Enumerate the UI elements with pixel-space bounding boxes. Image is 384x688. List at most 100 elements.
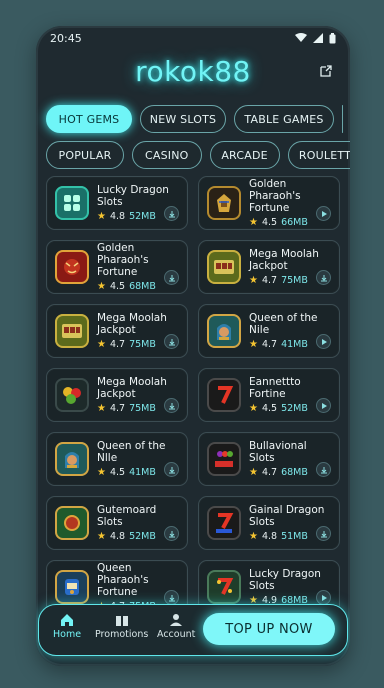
game-card[interactable]: Golden Pharaoh's Fortune ★ 4.5 66MB	[198, 176, 340, 230]
jackpot-icon	[55, 314, 89, 348]
game-card[interactable]: Mega Moolah Jackpot ★ 4.7 75MB	[198, 240, 340, 294]
play-icon	[321, 210, 327, 217]
download-button[interactable]	[164, 462, 179, 477]
game-title: Gutemoard Slots	[97, 504, 157, 528]
wifi-icon	[295, 33, 307, 42]
game-rating: 4.5	[109, 467, 126, 478]
status-bar: 20:45	[36, 26, 350, 50]
grapes-slots-icon	[207, 442, 241, 476]
star-icon: ★	[249, 531, 258, 542]
game-card[interactable]: Eannettto Fortine ★ 4.5 52MB	[198, 368, 340, 422]
star-icon: ★	[249, 467, 258, 478]
game-title: Bullavional Slots	[249, 440, 307, 464]
signal-icon	[313, 33, 323, 43]
chip-popular[interactable]: POPULAR	[46, 141, 124, 169]
game-card[interactable]: Lucky Dragon Slots ★ 4.8 52MB	[46, 176, 188, 230]
game-title: Eannettto Fortine	[249, 376, 301, 400]
game-rating: 4.7	[261, 467, 278, 478]
bottom-bar: Home Promotions Account TOP UP NOW	[36, 604, 350, 656]
nav-account[interactable]: Account	[157, 613, 195, 640]
seven-slots-icon	[207, 506, 241, 540]
chip-new-slots[interactable]: NEW SLOTS	[140, 105, 226, 133]
game-size: 75MB	[129, 403, 156, 414]
download-icon	[168, 530, 175, 537]
download-button[interactable]	[164, 398, 179, 413]
game-rating: 4.8	[109, 531, 126, 542]
seven-slots-icon	[207, 570, 241, 604]
dragon-mask-icon	[55, 250, 89, 284]
star-icon: ★	[97, 339, 106, 350]
chip-arcade[interactable]: ARCADE	[209, 141, 280, 169]
game-title: Lucky Dragon Slots	[249, 568, 321, 592]
edit-icon	[320, 65, 332, 77]
chip-hot-gems[interactable]: HOT GEMS	[46, 105, 132, 133]
nav-promotions[interactable]: Promotions	[95, 613, 148, 640]
game-rating: 4.5	[261, 217, 278, 228]
download-button[interactable]	[164, 206, 179, 221]
play-button[interactable]	[316, 590, 331, 605]
game-title: Mega Moolah Jackpot	[97, 376, 167, 400]
download-button[interactable]	[164, 270, 179, 285]
game-card[interactable]: Queen of the Nile ★ 4.7 41MB	[198, 304, 340, 358]
game-card[interactable]: Mega Moolah Jackpot ★ 4.7 75MB	[46, 368, 188, 422]
chip-roulette[interactable]: ROULETTE	[287, 141, 350, 169]
star-icon: ★	[97, 467, 106, 478]
jackpot-machine-icon	[55, 570, 89, 604]
jade-emblem-icon	[55, 186, 89, 220]
play-icon	[321, 594, 327, 601]
coin-79-icon	[55, 506, 89, 540]
game-card[interactable]: Golden Pharaoh's Fortune ★ 4.5 68MB	[46, 240, 188, 294]
chip-more[interactable]	[342, 105, 343, 133]
play-button[interactable]	[316, 206, 331, 221]
download-icon	[320, 274, 327, 281]
game-card[interactable]: Queen of the Nlle ★ 4.5 41MB	[46, 432, 188, 486]
game-rating: 4.7	[261, 339, 278, 350]
game-size: 41MB	[281, 339, 308, 350]
game-title: Gainal Dragon Slots	[249, 504, 325, 528]
game-card[interactable]: Mega Moolah Jackpot ★ 4.7 75MB	[46, 304, 188, 358]
game-rating: 4.5	[261, 403, 278, 414]
download-button[interactable]	[164, 526, 179, 541]
download-button[interactable]	[164, 334, 179, 349]
edit-button[interactable]	[316, 61, 336, 81]
battery-icon	[329, 32, 336, 43]
star-icon: ★	[97, 281, 106, 292]
download-button[interactable]	[316, 462, 331, 477]
download-button[interactable]	[316, 526, 331, 541]
home-icon	[61, 614, 74, 626]
queen-icon	[207, 314, 241, 348]
play-button[interactable]	[316, 334, 331, 349]
download-icon	[168, 466, 175, 473]
game-size: 75MB	[129, 339, 156, 350]
nav-home-label: Home	[53, 629, 82, 640]
star-icon: ★	[249, 217, 258, 228]
game-rating: 4.7	[109, 403, 126, 414]
game-size: 52MB	[129, 211, 156, 222]
download-icon	[168, 338, 175, 345]
download-icon	[168, 402, 175, 409]
play-button[interactable]	[316, 398, 331, 413]
game-title: Queen of the Nlle	[97, 440, 166, 464]
game-title: Mega Moolah Jackpot	[97, 312, 167, 336]
game-rating: 4.8	[261, 531, 278, 542]
top-up-button[interactable]: TOP UP NOW	[203, 613, 335, 645]
user-icon	[170, 614, 183, 626]
game-card[interactable]: Gainal Dragon Slots ★ 4.8 51MB	[198, 496, 340, 550]
chip-casino[interactable]: CASINO	[132, 141, 202, 169]
game-size: 68MB	[129, 281, 156, 292]
download-button[interactable]	[316, 270, 331, 285]
category-chips-row-2: POPULAR CASINO ARCADE ROULETTE	[36, 138, 350, 172]
nav-account-label: Account	[157, 629, 196, 640]
gift-icon	[115, 616, 128, 626]
game-title: Lucky Dragon Slots	[97, 184, 169, 208]
game-card[interactable]: Bullavional Slots ★ 4.7 68MB	[198, 432, 340, 486]
nav-home[interactable]: Home	[53, 613, 81, 640]
game-card[interactable]: Gutemoard Slots ★ 4.8 52MB	[46, 496, 188, 550]
download-button[interactable]	[164, 590, 179, 605]
star-icon: ★	[249, 275, 258, 286]
phone-frame: 20:45 rokok88 HOT GEMS NEW SLOTS TABLE G…	[36, 26, 350, 666]
download-icon	[168, 274, 175, 281]
nav-promotions-label: Promotions	[95, 629, 149, 640]
chip-table-games[interactable]: TABLE GAMES	[234, 105, 334, 133]
download-icon	[320, 466, 327, 473]
